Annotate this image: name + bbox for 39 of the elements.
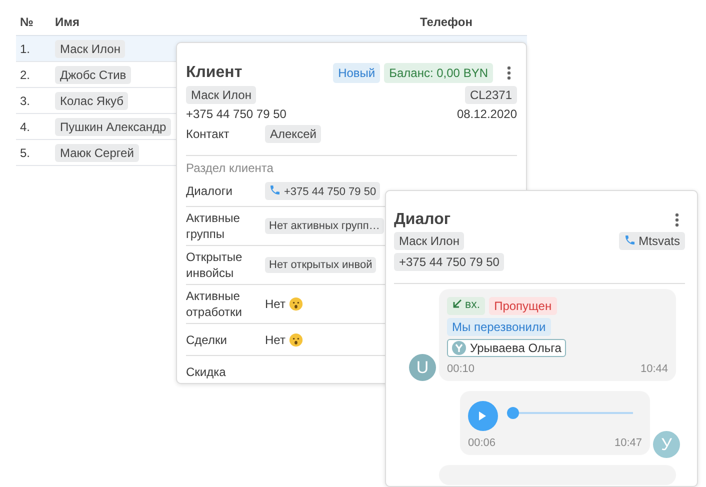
row-number: 4. <box>19 120 32 134</box>
date-text: 08.12.2020 <box>456 107 517 121</box>
field-label: Сделки <box>186 332 228 348</box>
value-text: Нет <box>265 332 286 346</box>
field-label: Открытые инвойсы <box>186 249 244 281</box>
column-header: Телефон <box>420 15 474 29</box>
field-label: Скидка <box>186 364 227 380</box>
field-label: Диалоги <box>186 182 234 198</box>
value-chip: Нет открытых инвой <box>265 257 376 273</box>
field-label: Активные отработки <box>186 288 243 320</box>
duration-text: 00:06 <box>468 437 496 449</box>
duration-text: 00:10 <box>447 363 475 375</box>
balance-badge: Баланс: 0,00 BYN <box>384 63 493 83</box>
column-header: № <box>19 15 34 29</box>
row-number: 5. <box>19 146 32 160</box>
user-avatar: U <box>409 354 436 381</box>
operator-tag: Урываева Ольга <box>447 339 566 357</box>
missed-tag: Пропущен <box>489 297 557 315</box>
card-title: Клиент <box>186 64 244 82</box>
value-text: Нет <box>265 297 286 311</box>
callback-tag: Мы перезвонили <box>447 318 551 336</box>
section-title: Раздел клиента <box>186 161 274 175</box>
incoming-tag: вх. <box>447 297 486 315</box>
phone-text: +375 44 750 79 50 <box>186 107 286 121</box>
row-number: 3. <box>19 94 32 108</box>
user-avatar: У <box>653 431 680 458</box>
row-number: 1. <box>19 42 32 56</box>
phone-chip: +375 44 750 79 50 <box>394 253 504 271</box>
status-badge: Новый <box>333 63 380 83</box>
value-chip: Нет активных групп… <box>265 218 384 234</box>
row-number: 2. <box>19 68 32 82</box>
client-code-chip: CL2371 <box>464 86 517 104</box>
time-text: 10:47 <box>614 437 642 449</box>
field-label: Активные группы <box>186 210 241 242</box>
field-label: Контакт <box>186 126 230 142</box>
column-header: Имя <box>55 15 81 29</box>
time-text: 10:44 <box>640 363 668 375</box>
card-title: Диалог <box>394 211 452 229</box>
channel-chip: Mtsvats <box>618 232 685 250</box>
